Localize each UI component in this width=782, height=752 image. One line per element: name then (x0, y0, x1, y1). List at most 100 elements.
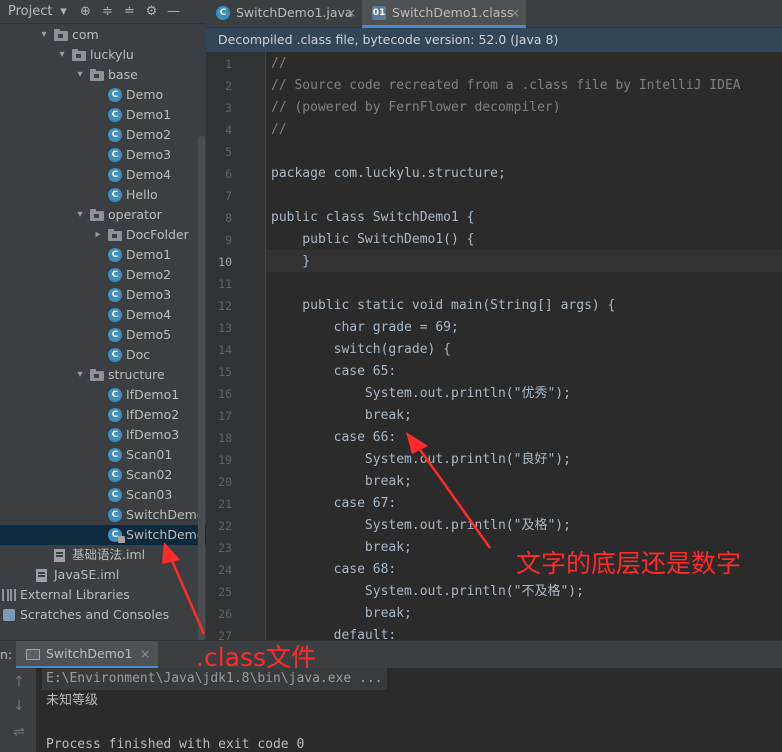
tree-item[interactable]: C Demo4 (0, 165, 206, 185)
tree-item[interactable]: C Demo4 (0, 305, 206, 325)
wrap-icon[interactable]: ⇌ (12, 724, 26, 740)
tree-item-label: Demo4 (126, 307, 172, 322)
code-line[interactable]: // (271, 53, 287, 75)
tree-item[interactable]: ▾ base (0, 65, 206, 85)
line-number: 22 (218, 519, 232, 533)
code-line[interactable]: System.out.println("不及格"); (271, 581, 584, 603)
tree-item[interactable]: C SwitchDemo1 (0, 525, 206, 545)
package-folder-icon (90, 209, 104, 221)
tree-item[interactable]: C Hello (0, 185, 206, 205)
tree-item-label: Demo1 (126, 107, 172, 122)
code-line[interactable]: public static void main(String[] args) { (271, 295, 615, 317)
code-line[interactable]: System.out.println("优秀"); (271, 383, 571, 405)
line-number: 11 (218, 277, 232, 291)
gear-icon[interactable]: ⚙ (140, 4, 162, 19)
chevron-down-icon[interactable]: ▾ (74, 365, 86, 385)
tree-item[interactable]: C IfDemo1 (0, 385, 206, 405)
code-line[interactable]: break; (271, 603, 412, 625)
code-line[interactable]: package com.luckylu.structure; (271, 163, 506, 185)
code-line[interactable]: } (271, 251, 310, 273)
project-tree[interactable]: ▾ com ▾ luckylu ▾ base C Demo C Demo1 C Demo2 C Demo3… (0, 24, 206, 640)
tree-item[interactable]: C Scan01 (0, 445, 206, 465)
tree-item[interactable]: ▸ DocFolder (0, 225, 206, 245)
close-icon[interactable]: × (510, 0, 520, 26)
tree-item[interactable]: C Demo (0, 85, 206, 105)
code-line[interactable]: break; (271, 405, 412, 427)
run-side-toolbar: ↑ ↓ ⇌ (0, 668, 36, 752)
code-line[interactable]: case 67: (271, 493, 397, 515)
tree-item[interactable]: Scratches and Consoles (0, 605, 206, 625)
tree-vertical-scrollbar[interactable] (198, 136, 205, 640)
java-class-icon: C (108, 408, 122, 422)
tree-item-label: Doc (126, 347, 151, 362)
tree-item[interactable]: C Scan02 (0, 465, 206, 485)
line-number: 7 (225, 189, 232, 203)
down-arrow-icon[interactable]: ↓ (12, 698, 26, 714)
chevron-down-icon[interactable]: ▾ (74, 205, 86, 225)
tree-item[interactable]: C Demo3 (0, 285, 206, 305)
tree-item[interactable]: External Libraries (0, 585, 206, 605)
close-icon[interactable]: × (140, 641, 150, 667)
run-tool-window-header: n: SwitchDemo1 × (0, 640, 782, 669)
tree-item[interactable]: C Doc (0, 345, 206, 365)
tree-item-label: Demo5 (126, 327, 172, 342)
tree-item[interactable]: ▾ operator (0, 205, 206, 225)
tree-item[interactable]: C Demo2 (0, 265, 206, 285)
code-line[interactable]: switch(grade) { (271, 339, 451, 361)
chevron-right-icon[interactable]: ▸ (92, 225, 104, 245)
tree-item[interactable]: C Demo3 (0, 145, 206, 165)
tree-item[interactable]: C IfDemo3 (0, 425, 206, 445)
tree-item-label: Demo2 (126, 127, 172, 142)
tree-item[interactable]: ▾ luckylu (0, 45, 206, 65)
dropdown-icon[interactable]: ▾ (52, 4, 74, 19)
tree-item[interactable]: C Demo2 (0, 125, 206, 145)
code-line[interactable]: // (271, 119, 287, 141)
tree-item[interactable]: ▾ com (0, 25, 206, 45)
code-line[interactable]: case 65: (271, 361, 397, 383)
tab-switchdemo1-class[interactable]: 01 SwitchDemo1.class × (362, 0, 526, 28)
collapse-all-icon[interactable]: ≐ (118, 4, 140, 19)
code-line[interactable]: public SwitchDemo1() { (271, 229, 474, 251)
annotation-text-bottom-is-number: 文字的底层还是数字 (516, 549, 742, 578)
tree-item[interactable]: C Demo5 (0, 325, 206, 345)
project-view-label[interactable]: Project (0, 4, 52, 19)
chevron-down-icon[interactable]: ▾ (56, 45, 68, 65)
expand-all-icon[interactable]: ≑ (96, 4, 118, 19)
up-arrow-icon[interactable]: ↑ (12, 674, 26, 690)
tree-item[interactable]: C SwitchDemo1 (0, 505, 206, 525)
tree-item[interactable]: C IfDemo2 (0, 405, 206, 425)
package-folder-icon (90, 69, 104, 81)
tree-item[interactable]: JavaSE.iml (0, 565, 206, 585)
tree-item[interactable]: C Demo1 (0, 245, 206, 265)
code-line[interactable]: break; (271, 471, 412, 493)
line-number: 1 (225, 57, 232, 71)
line-number: 15 (218, 365, 232, 379)
code-line[interactable]: case 68: (271, 559, 397, 581)
tree-item[interactable]: 基础语法.iml (0, 545, 206, 565)
code-line[interactable]: char grade = 69; (271, 317, 459, 339)
code-line[interactable]: // (powered by FernFlower decompiler) (271, 97, 561, 119)
code-line[interactable]: System.out.println("及格"); (271, 515, 571, 537)
code-line[interactable]: public class SwitchDemo1 { (271, 207, 475, 229)
tree-item[interactable]: C Scan03 (0, 485, 206, 505)
tree-item[interactable]: C Demo1 (0, 105, 206, 125)
close-icon[interactable]: × (346, 0, 356, 26)
run-tab-switchdemo1[interactable]: SwitchDemo1 × (16, 641, 159, 669)
line-number: 6 (225, 167, 232, 181)
hide-icon[interactable]: — (162, 4, 184, 19)
tree-item-label: IfDemo1 (126, 387, 180, 402)
tab-switchdemo1-java[interactable]: C SwitchDemo1.java × (206, 0, 362, 28)
editor-tab-bar: C SwitchDemo1.java × 01 SwitchDemo1.clas… (206, 0, 782, 28)
line-number-gutter: 1 2 3 4 5 6 7 8 9 10 11 12 13 14 15 16 17 18 19 20 21 22 23 24 2… (206, 52, 266, 640)
chevron-down-icon[interactable]: ▾ (38, 25, 50, 45)
code-line[interactable]: break; (271, 537, 412, 559)
package-folder-icon (72, 49, 86, 61)
code-line[interactable]: // Source code recreated from a .class f… (271, 75, 741, 97)
run-console[interactable]: E:\Environment\Java\jdk1.8\bin\java.exe … (36, 668, 782, 752)
java-class-icon: C (108, 168, 122, 182)
code-line[interactable]: System.out.println("良好"); (271, 449, 571, 471)
chevron-down-icon[interactable]: ▾ (74, 65, 86, 85)
code-line[interactable]: case 66: (271, 427, 397, 449)
target-icon[interactable]: ⊕ (74, 4, 96, 19)
tree-item[interactable]: ▾ structure (0, 365, 206, 385)
